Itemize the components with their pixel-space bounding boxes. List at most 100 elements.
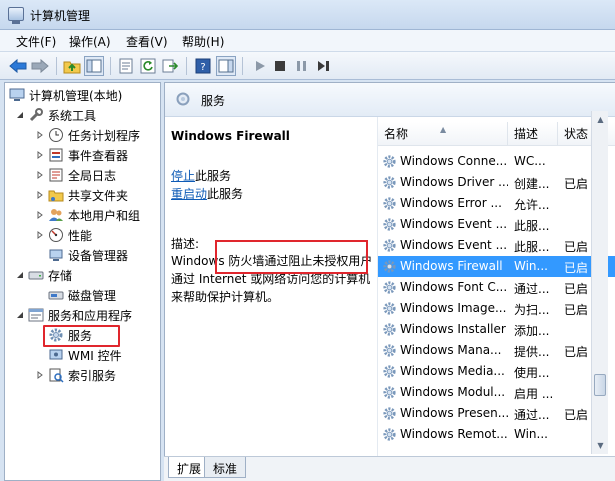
service-row[interactable]: Windows Event ... 此服...	[378, 214, 615, 235]
service-description-cell: 使用...	[514, 366, 550, 380]
service-description-cell: 此服...	[514, 240, 550, 254]
service-name: Windows Image...	[400, 301, 507, 315]
expand-arrow-icon[interactable]	[35, 150, 45, 160]
window-title: 计算机管理	[30, 9, 91, 23]
back-arrow-icon[interactable]	[8, 56, 28, 76]
restart-service-icon[interactable]	[314, 56, 334, 76]
help-icon[interactable]: ?	[193, 56, 213, 76]
tree-item-global-log[interactable]: 全局日志	[35, 165, 116, 185]
log-icon	[48, 167, 64, 183]
service-gear-icon	[382, 154, 397, 169]
tree-item-shared-folders[interactable]: 共享文件夹	[35, 185, 128, 205]
computer-management-icon	[8, 7, 24, 24]
scroll-down-icon[interactable]: ▼	[592, 437, 609, 454]
expand-arrow-icon[interactable]	[35, 170, 45, 180]
service-name: Windows Font C...	[400, 280, 508, 294]
service-gear-icon	[382, 238, 397, 253]
indexing-icon	[48, 367, 64, 383]
tree-item-root[interactable]: 计算机管理(本地)	[9, 85, 122, 105]
tree-item-indexing[interactable]: 索引服务	[35, 365, 116, 385]
services-search-icon	[175, 91, 193, 109]
service-row[interactable]: Windows Firewall Win... 已启	[378, 256, 615, 277]
services-pane: 服务 Windows Firewall 停止此服务 重启动此服务 描述: Win…	[164, 82, 615, 481]
tree-item-event-viewer[interactable]: 事件查看器	[35, 145, 128, 165]
stop-service-icon[interactable]	[270, 56, 290, 76]
wmi-icon	[48, 347, 64, 363]
service-row[interactable]: Windows Presen... 通过... 已启	[378, 403, 615, 424]
tree-item-storage[interactable]: 存储	[15, 265, 72, 285]
pause-service-icon[interactable]	[292, 56, 312, 76]
menu-action[interactable]: 操作(A)	[69, 33, 111, 50]
vertical-scrollbar[interactable]: ▲ ▼	[591, 111, 608, 454]
service-name: Windows Modul...	[400, 385, 506, 399]
svg-text:?: ?	[200, 62, 205, 73]
up-folder-icon[interactable]	[62, 56, 82, 76]
console-tree: 计算机管理(本地) 系统工具 任务计划程序 事件查看器 全局日志 共享文件夹 本…	[4, 82, 161, 481]
title-bar: 计算机管理	[0, 0, 615, 30]
service-gear-icon	[382, 385, 397, 400]
tree-item-performance[interactable]: 性能	[35, 225, 92, 245]
service-description-cell: 为扫...	[514, 303, 550, 317]
service-description-cell: 此服...	[514, 219, 550, 233]
service-gear-icon	[382, 259, 397, 274]
menu-help[interactable]: 帮助(H)	[182, 33, 224, 50]
expand-arrow-icon[interactable]	[35, 370, 45, 380]
service-row[interactable]: Windows Error ... 允许...	[378, 193, 615, 214]
service-gear-icon	[382, 343, 397, 358]
clock-icon	[48, 127, 64, 143]
show-hide-tree-icon[interactable]	[84, 56, 104, 76]
service-description-cell: 通过...	[514, 408, 550, 422]
highlight-box-firewall-row	[215, 240, 368, 274]
service-description-cell: 通过...	[514, 282, 550, 296]
service-description-cell: 允许...	[514, 198, 550, 212]
properties-icon[interactable]	[116, 56, 136, 76]
collapse-arrow-icon[interactable]	[15, 270, 25, 280]
action-pane-icon[interactable]	[216, 56, 236, 76]
expand-arrow-icon[interactable]	[35, 190, 45, 200]
service-row[interactable]: Windows Modul... 启用 ...	[378, 382, 615, 403]
forward-arrow-icon[interactable]	[30, 56, 50, 76]
service-row[interactable]: Windows Image... 为扫... 已启	[378, 298, 615, 319]
service-row[interactable]: Windows Event ... 此服... 已启	[378, 235, 615, 256]
restart-service-link[interactable]: 重启动	[171, 187, 207, 201]
collapse-arrow-icon[interactable]	[15, 310, 25, 320]
scroll-up-icon[interactable]: ▲	[592, 111, 609, 128]
service-gear-icon	[382, 364, 397, 379]
storage-icon	[28, 267, 44, 283]
tree-item-system-tools[interactable]: 系统工具	[15, 105, 96, 125]
column-header-description[interactable]: 描述	[508, 122, 558, 146]
service-row[interactable]: Windows Driver ... 创建... 已启	[378, 172, 615, 193]
service-detail-panel: Windows Firewall 停止此服务 重启动此服务 描述: Window…	[165, 117, 376, 456]
service-row[interactable]: Windows Mana... 提供... 已启	[378, 340, 615, 361]
tree-item-wmi[interactable]: WMI 控件	[48, 345, 122, 365]
services-apps-icon	[28, 307, 44, 323]
device-manager-icon	[48, 247, 64, 263]
menu-view[interactable]: 查看(V)	[126, 33, 168, 50]
service-name: Windows Media...	[400, 364, 505, 378]
service-gear-icon	[382, 427, 397, 442]
menu-file[interactable]: 文件(F)	[16, 33, 56, 50]
export-list-icon[interactable]	[160, 56, 180, 76]
service-gear-icon	[382, 406, 397, 421]
service-row[interactable]: Windows Media... 使用...	[378, 361, 615, 382]
disk-icon	[48, 287, 64, 303]
tree-item-disk-management[interactable]: 磁盘管理	[48, 285, 116, 305]
scrollbar-thumb[interactable]	[594, 374, 606, 396]
service-row[interactable]: Windows Remot... Win...	[378, 424, 615, 445]
service-row[interactable]: Windows Font C... 通过... 已启	[378, 277, 615, 298]
tree-item-device-manager[interactable]: 设备管理器	[48, 245, 128, 265]
tree-item-services-apps[interactable]: 服务和应用程序	[15, 305, 132, 325]
expand-arrow-icon[interactable]	[35, 230, 45, 240]
collapse-arrow-icon[interactable]	[15, 110, 25, 120]
expand-arrow-icon[interactable]	[35, 130, 45, 140]
tree-item-task-scheduler[interactable]: 任务计划程序	[35, 125, 140, 145]
refresh-icon[interactable]	[138, 56, 158, 76]
service-row[interactable]: Windows Conne... WC...	[378, 151, 615, 172]
tree-item-local-users[interactable]: 本地用户和组	[35, 205, 140, 225]
tab-standard[interactable]: 标准	[204, 457, 247, 478]
start-service-icon[interactable]	[250, 56, 270, 76]
expand-arrow-icon[interactable]	[35, 210, 45, 220]
service-row[interactable]: Windows Installer 添加...	[378, 319, 615, 340]
stop-service-link[interactable]: 停止	[171, 169, 195, 183]
service-description-cell: Win...	[514, 259, 548, 273]
